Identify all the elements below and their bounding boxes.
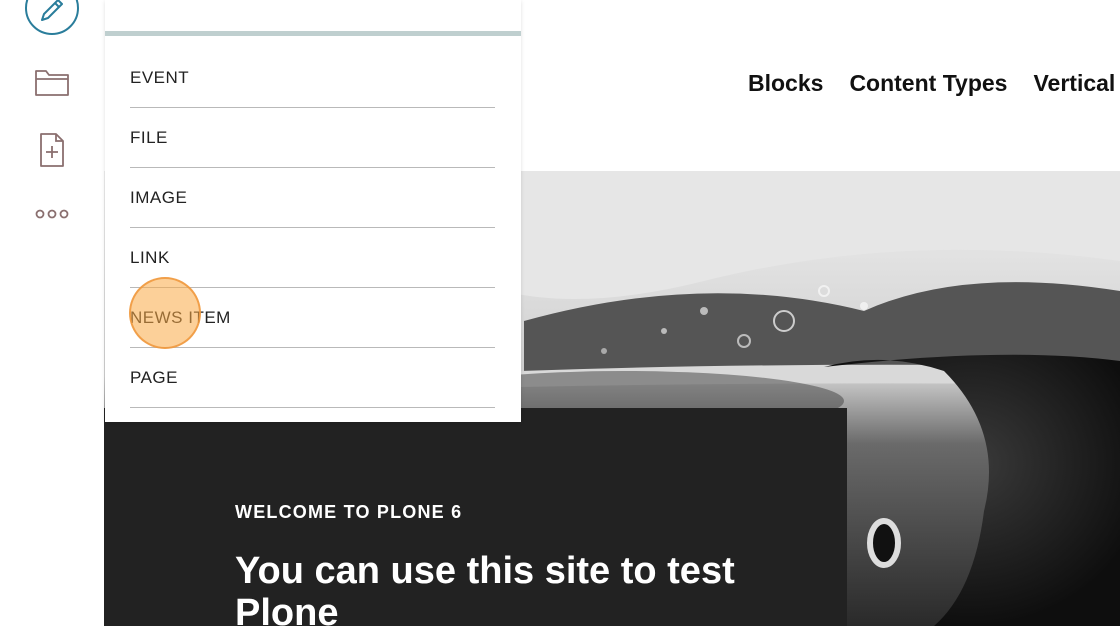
content-type-news-item[interactable]: NEWS ITEM	[130, 288, 495, 348]
nav-item-content-types[interactable]: Content Types	[849, 70, 1007, 97]
content-type-file[interactable]: FILE	[130, 108, 495, 168]
content-type-label: LINK	[130, 247, 170, 267]
folder-icon	[34, 67, 70, 97]
pencil-icon	[24, 0, 80, 38]
page: Blocks Content Types Vertical WELCOME TO…	[0, 0, 1120, 626]
more-button[interactable]	[24, 194, 80, 234]
content-type-label: NEWS ITEM	[130, 307, 231, 327]
more-icon	[35, 208, 69, 220]
content-type-page[interactable]: PAGE	[130, 348, 495, 408]
content-type-label: IMAGE	[130, 187, 188, 207]
add-content-menu: EVENT FILE IMAGE LINK NEWS ITEM PAGE	[105, 0, 521, 422]
content-type-label: PAGE	[130, 367, 178, 387]
content-type-list: EVENT FILE IMAGE LINK NEWS ITEM PAGE	[130, 48, 495, 408]
main-navigation: Blocks Content Types Vertical	[748, 70, 1115, 97]
hero-kicker: WELCOME TO PLONE 6	[235, 502, 463, 522]
hero-title[interactable]: You can use this site to test Plone	[235, 550, 815, 626]
content-type-label: FILE	[130, 127, 168, 147]
content-type-label: EVENT	[130, 67, 190, 87]
left-toolbar	[0, 0, 104, 626]
edit-button[interactable]	[24, 0, 80, 35]
content-type-image[interactable]: IMAGE	[130, 168, 495, 228]
content-type-link[interactable]: LINK	[130, 228, 495, 288]
add-content-button[interactable]	[24, 130, 80, 170]
content-type-event[interactable]: EVENT	[130, 48, 495, 108]
nav-item-blocks[interactable]: Blocks	[748, 70, 823, 97]
add-content-search[interactable]	[105, 0, 521, 36]
add-document-icon	[37, 132, 67, 168]
nav-item-vertical[interactable]: Vertical	[1033, 70, 1115, 97]
contents-button[interactable]	[24, 62, 80, 102]
